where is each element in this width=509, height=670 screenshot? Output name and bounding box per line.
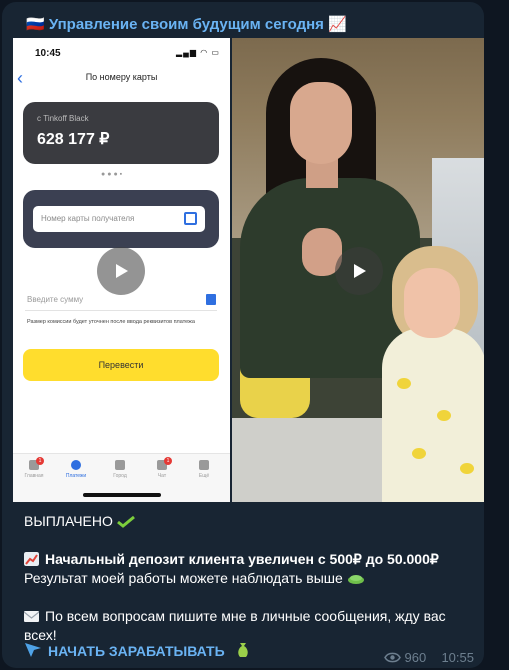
play-icon[interactable] — [335, 247, 383, 295]
tab-payments: Платежи — [61, 460, 91, 479]
play-icon[interactable] — [97, 247, 145, 295]
recipient-field: Номер карты получателя — [33, 206, 205, 232]
envelope-icon — [24, 611, 39, 622]
money-bag-icon — [237, 643, 248, 657]
payout-label: ВЫПЛАЧЕНО — [24, 513, 113, 529]
message-meta: 960 10:55 — [384, 649, 474, 665]
video-thumbnail-left[interactable]: 10:45 ▂▄▆ ◠ ▭ ‹ По номеру карты с Tinkof… — [13, 38, 230, 502]
tab-home: 1 Главная — [24, 457, 44, 479]
result-text: Результат моей работы можете наблюдать в… — [24, 570, 343, 586]
bank-card: с Tinkoff Black 628 177 ₽ — [23, 102, 219, 164]
dress-lemon — [437, 410, 451, 421]
start-earning-label[interactable]: НАЧАТЬ ЗАРАБАТЫВАТЬ — [48, 643, 225, 659]
message-text: ВЫПЛАЧЕНО Начальный депозит клиента увел… — [24, 512, 476, 645]
card-balance: 628 177 ₽ — [37, 131, 110, 148]
dress-lemon — [397, 378, 411, 389]
start-earning-link[interactable]: НАЧАТЬ ЗАРАБАТЫВАТЬ — [24, 642, 249, 659]
view-count: 960 — [404, 650, 427, 666]
phone-status-icons: ▂▄▆ ◠ ▭ — [176, 48, 220, 57]
tab-chat: 1 Чат — [147, 457, 177, 479]
recipient-card-panel: Номер карты получателя — [23, 190, 219, 248]
recipient-placeholder: Номер карты получателя — [41, 214, 135, 223]
message-time: 10:55 — [441, 650, 474, 666]
eye-icon — [384, 652, 401, 663]
woman-face — [290, 82, 352, 164]
child-dress — [382, 328, 484, 502]
phone-time: 10:45 — [35, 48, 61, 59]
commission-note: Размер комиссии будет уточнен после ввод… — [27, 319, 195, 325]
tab-more: Ещё — [189, 460, 219, 479]
card-label: с Tinkoff Black — [37, 114, 89, 123]
money-icon — [347, 575, 364, 585]
tab-city: Город — [105, 460, 135, 479]
message-bubble: 🇷🇺 Управление своим будущим сегодня 📈 10… — [2, 2, 484, 668]
pager-dots: ●●●▪ — [101, 171, 125, 178]
check-mark-icon — [116, 516, 135, 529]
dress-lemon — [460, 463, 474, 474]
pointer-icon — [25, 643, 41, 657]
deposit-text: Начальный депозит клиента увеличен с 500… — [45, 551, 439, 567]
chart-up-icon — [24, 552, 39, 566]
transfer-button: Перевести — [23, 349, 219, 381]
phone-screen-title: По номеру карты — [85, 72, 158, 82]
scan-icon — [184, 212, 197, 225]
calculator-icon — [206, 294, 216, 305]
home-indicator — [83, 493, 161, 497]
child-face — [404, 268, 460, 338]
contact-text: По всем вопросам пишите мне в личные соо… — [24, 608, 446, 643]
channel-title[interactable]: 🇷🇺 Управление своим будущим сегодня 📈 — [26, 15, 347, 33]
video-thumbnail-right[interactable] — [232, 38, 484, 502]
amount-divider — [25, 310, 217, 311]
amount-placeholder: Введите сумму — [27, 295, 84, 304]
dress-lemon — [412, 448, 426, 459]
